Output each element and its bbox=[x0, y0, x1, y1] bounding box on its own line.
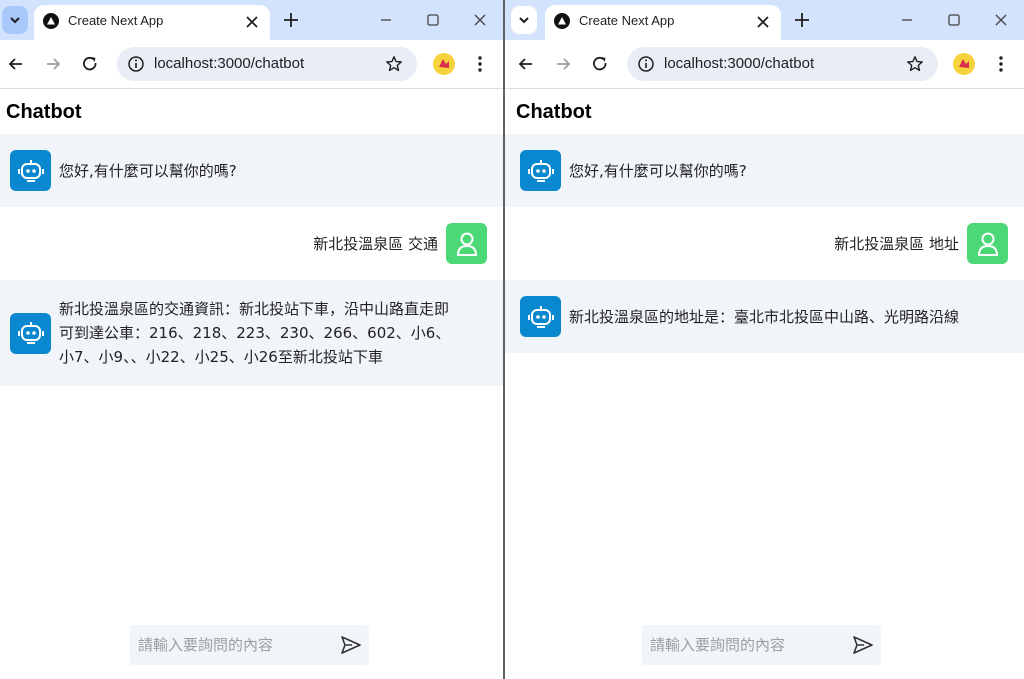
user-icon bbox=[446, 223, 487, 264]
reload-icon[interactable] bbox=[590, 54, 610, 74]
more-vert-icon[interactable] bbox=[991, 54, 1011, 74]
robot-icon bbox=[10, 150, 51, 191]
tab-strip: Create Next App bbox=[505, 0, 1024, 40]
browser-window-left: Create Next App localhost:3000/chatbot C… bbox=[0, 0, 503, 679]
message-text: 您好,有什麼可以幫你的嗎? bbox=[569, 161, 747, 180]
arrow-right-icon[interactable] bbox=[43, 54, 63, 74]
page-title: Chatbot bbox=[6, 101, 82, 123]
close-window-icon[interactable] bbox=[993, 12, 1009, 28]
maximize-icon[interactable] bbox=[425, 12, 441, 28]
bot-message: 您好,有什麼可以幫你的嗎? bbox=[0, 134, 503, 207]
plus-icon[interactable] bbox=[282, 11, 300, 29]
robot-icon bbox=[520, 150, 561, 191]
message-text: 新北投溫泉區 交通 bbox=[313, 234, 438, 253]
user-message: 新北投溫泉區 地址 bbox=[505, 207, 1024, 280]
nextjs-triangle-icon bbox=[43, 13, 59, 29]
url-text: localhost:3000/chatbot bbox=[154, 55, 305, 72]
user-icon bbox=[967, 223, 1008, 264]
extension-icon[interactable] bbox=[433, 53, 455, 75]
close-icon[interactable] bbox=[244, 14, 260, 30]
minimize-icon[interactable] bbox=[378, 12, 394, 28]
bot-message: 新北投溫泉區的交通資訊：新北投站下車，沿中山路直走即 可到達公車：216、218… bbox=[0, 280, 503, 386]
browser-tab[interactable]: Create Next App bbox=[34, 5, 270, 40]
url-text: localhost:3000/chatbot bbox=[664, 55, 815, 72]
message-text: 您好,有什麼可以幫你的嗎? bbox=[59, 161, 237, 180]
send-icon[interactable] bbox=[851, 633, 875, 657]
minimize-icon[interactable] bbox=[899, 12, 915, 28]
reload-icon[interactable] bbox=[80, 54, 100, 74]
robot-icon bbox=[10, 312, 51, 354]
browser-toolbar: localhost:3000/chatbot bbox=[505, 40, 1024, 89]
message-text: 新北投溫泉區 地址 bbox=[834, 234, 959, 253]
message-text: 新北投溫泉區的交通資訊：新北投站下車，沿中山路直走即 可到達公車：216、218… bbox=[59, 297, 450, 369]
screen: Create Next App localhost:3000/chatbot C… bbox=[0, 0, 1024, 679]
arrow-right-icon[interactable] bbox=[553, 54, 573, 74]
chat-input-bar bbox=[130, 625, 369, 665]
chevron-down-icon[interactable] bbox=[2, 6, 28, 34]
page-title: Chatbot bbox=[516, 101, 592, 123]
plus-icon[interactable] bbox=[793, 11, 811, 29]
close-icon[interactable] bbox=[755, 14, 771, 30]
chatbot-page: Chatbot 您好,有什麼可以幫你的嗎? 新北投溫泉區 交通 新北投溫泉區的交 bbox=[0, 89, 503, 679]
info-icon[interactable] bbox=[127, 55, 145, 73]
message-line: 可到達公車：216、218、223、230、266、602、小6、 bbox=[59, 324, 451, 342]
message-text: 新北投溫泉區的地址是：臺北市北投區中山路、光明路沿線 bbox=[569, 307, 960, 326]
address-bar[interactable]: localhost:3000/chatbot bbox=[117, 47, 417, 81]
send-icon[interactable] bbox=[339, 633, 363, 657]
chat-input-bar bbox=[642, 625, 881, 665]
tab-title: Create Next App bbox=[579, 13, 675, 28]
chat-input[interactable] bbox=[138, 635, 333, 655]
star-icon[interactable] bbox=[385, 55, 403, 73]
star-icon[interactable] bbox=[906, 55, 924, 73]
chatbot-page: Chatbot 您好,有什麼可以幫你的嗎? 新北投溫泉區 地址 新北投溫泉區的地… bbox=[505, 89, 1024, 679]
chevron-down-icon[interactable] bbox=[511, 6, 537, 34]
tab-title: Create Next App bbox=[68, 13, 164, 28]
browser-toolbar: localhost:3000/chatbot bbox=[0, 40, 503, 89]
maximize-icon[interactable] bbox=[946, 12, 962, 28]
more-vert-icon[interactable] bbox=[470, 54, 490, 74]
chat-input[interactable] bbox=[650, 635, 845, 655]
extension-icon[interactable] bbox=[953, 53, 975, 75]
arrow-left-icon[interactable] bbox=[6, 54, 26, 74]
bot-message: 您好,有什麼可以幫你的嗎? bbox=[505, 134, 1024, 207]
browser-tab[interactable]: Create Next App bbox=[545, 5, 781, 40]
nextjs-triangle-icon bbox=[554, 13, 570, 29]
arrow-left-icon[interactable] bbox=[516, 54, 536, 74]
tab-strip: Create Next App bbox=[0, 0, 503, 40]
message-line: 新北投溫泉區的交通資訊：新北投站下車，沿中山路直走即 bbox=[59, 300, 450, 318]
info-icon[interactable] bbox=[637, 55, 655, 73]
user-message: 新北投溫泉區 交通 bbox=[0, 207, 503, 280]
robot-icon bbox=[520, 296, 561, 337]
browser-window-right: Create Next App localhost:3000/chatbot C… bbox=[505, 0, 1024, 679]
address-bar[interactable]: localhost:3000/chatbot bbox=[627, 47, 938, 81]
bot-message: 新北投溫泉區的地址是：臺北市北投區中山路、光明路沿線 bbox=[505, 280, 1024, 353]
message-line: 小7、小9、、小22、小25、小26至新北投站下車 bbox=[59, 348, 383, 366]
close-window-icon[interactable] bbox=[472, 12, 488, 28]
